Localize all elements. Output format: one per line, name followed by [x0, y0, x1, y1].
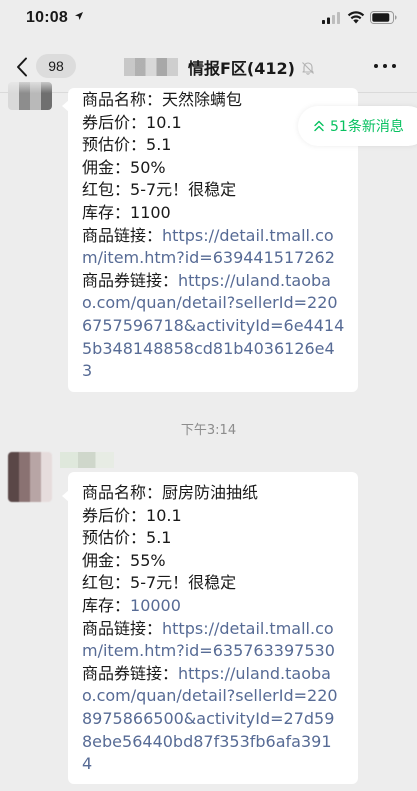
- coupon-link[interactable]: 3: [82, 361, 92, 380]
- message-line: 商品券链接：https://uland.taoba: [82, 270, 331, 290]
- message-line: 库存：1100: [82, 202, 171, 222]
- status-time: 10:08: [26, 9, 68, 26]
- bubble-tail: [62, 490, 69, 502]
- battery-icon: [370, 11, 397, 24]
- chat-header: 98 情报F区(412): [0, 40, 417, 92]
- new-messages-label: 51条新消息: [330, 119, 404, 135]
- message-line: 8975866500&activityId=27d59: [82, 708, 358, 731]
- message-line: 6757596718&activityId=6e4414: [82, 315, 358, 338]
- message-line: 券后价：10.1: [82, 505, 182, 525]
- pixelated-name: [124, 58, 178, 76]
- message-line: 佣金：55%: [82, 550, 166, 570]
- coupon-link[interactable]: https://uland.taoba: [178, 664, 331, 683]
- avatar[interactable]: [8, 82, 52, 110]
- coupon-link[interactable]: 4: [82, 754, 92, 773]
- product-link[interactable]: m/item.htm?id=635763397530: [82, 641, 335, 660]
- signal-icon: [322, 12, 340, 24]
- message-line: 4: [82, 753, 358, 776]
- location-arrow-icon: [75, 12, 83, 20]
- message-line: 商品链接：https://detail.tmall.co: [82, 618, 334, 638]
- message-line: 库存：10000: [82, 595, 181, 615]
- message-line: m/item.htm?id=639441517262: [82, 247, 358, 270]
- product-link[interactable]: https://detail.tmall.co: [162, 226, 334, 245]
- message-line: 商品链接：https://detail.tmall.co: [82, 225, 334, 245]
- avatar[interactable]: [8, 452, 52, 502]
- double-chevron-up-icon: [314, 120, 324, 132]
- coupon-link[interactable]: 8ebe56440bd87f353fb6afa391: [82, 732, 332, 751]
- message-line: 佣金：50%: [82, 157, 166, 177]
- coupon-link[interactable]: 5b348148858cd81b4036126e4: [82, 339, 335, 358]
- coupon-link[interactable]: o.com/quan/detail?sellerId=220: [82, 293, 338, 312]
- bubble-tail: [62, 100, 69, 112]
- message-line: o.com/quan/detail?sellerId=220: [82, 685, 358, 708]
- message-line: 预估价：5.1: [82, 528, 172, 548]
- message-timestamp: 下午3:14: [180, 423, 237, 438]
- coupon-link[interactable]: 6757596718&activityId=6e4414: [82, 316, 344, 335]
- back-button[interactable]: 98: [12, 53, 76, 79]
- new-messages-button[interactable]: 51条新消息: [298, 106, 417, 146]
- message-bubble[interactable]: 商品名称：厨房防油抽纸 券后价：10.1 预估价：5.1 佣金：55% 红包：5…: [62, 472, 358, 784]
- message-line: 商品券链接：https://uland.taoba: [82, 663, 331, 683]
- message-line: 商品名称：厨房防油抽纸: [82, 483, 259, 502]
- message-line: 8ebe56440bd87f353fb6afa391: [82, 731, 358, 754]
- product-link[interactable]: m/item.htm?id=639441517262: [82, 248, 335, 267]
- product-link[interactable]: https://detail.tmall.co: [162, 619, 334, 638]
- coupon-link[interactable]: o.com/quan/detail?sellerId=220: [82, 686, 338, 705]
- message-line: 红包：5-7元！很稳定: [82, 573, 237, 593]
- message-line: o.com/quan/detail?sellerId=220: [82, 292, 358, 315]
- unread-count-badge: 98: [36, 54, 76, 78]
- message-line: 5b348148858cd81b4036126e4: [82, 338, 358, 361]
- stock-number-link[interactable]: 10000: [130, 596, 181, 615]
- chevron-left-icon: [17, 57, 27, 77]
- more-dots-icon[interactable]: [374, 63, 396, 71]
- chat-title-area[interactable]: 情报F区(412): [124, 54, 315, 80]
- coupon-link[interactable]: 8975866500&activityId=27d59: [82, 709, 334, 728]
- message-line: 3: [82, 360, 358, 383]
- wifi-icon: [347, 11, 365, 24]
- message-line: 红包：5-7元！很稳定: [82, 180, 237, 200]
- coupon-link[interactable]: https://uland.taoba: [178, 271, 331, 290]
- chat-title: 情报F区(412): [188, 59, 295, 78]
- message-line: m/item.htm?id=635763397530: [82, 640, 358, 663]
- sender-name-pixelated: [60, 452, 114, 468]
- status-bar: 10:08: [0, 0, 417, 40]
- mute-bell-icon: [302, 62, 314, 75]
